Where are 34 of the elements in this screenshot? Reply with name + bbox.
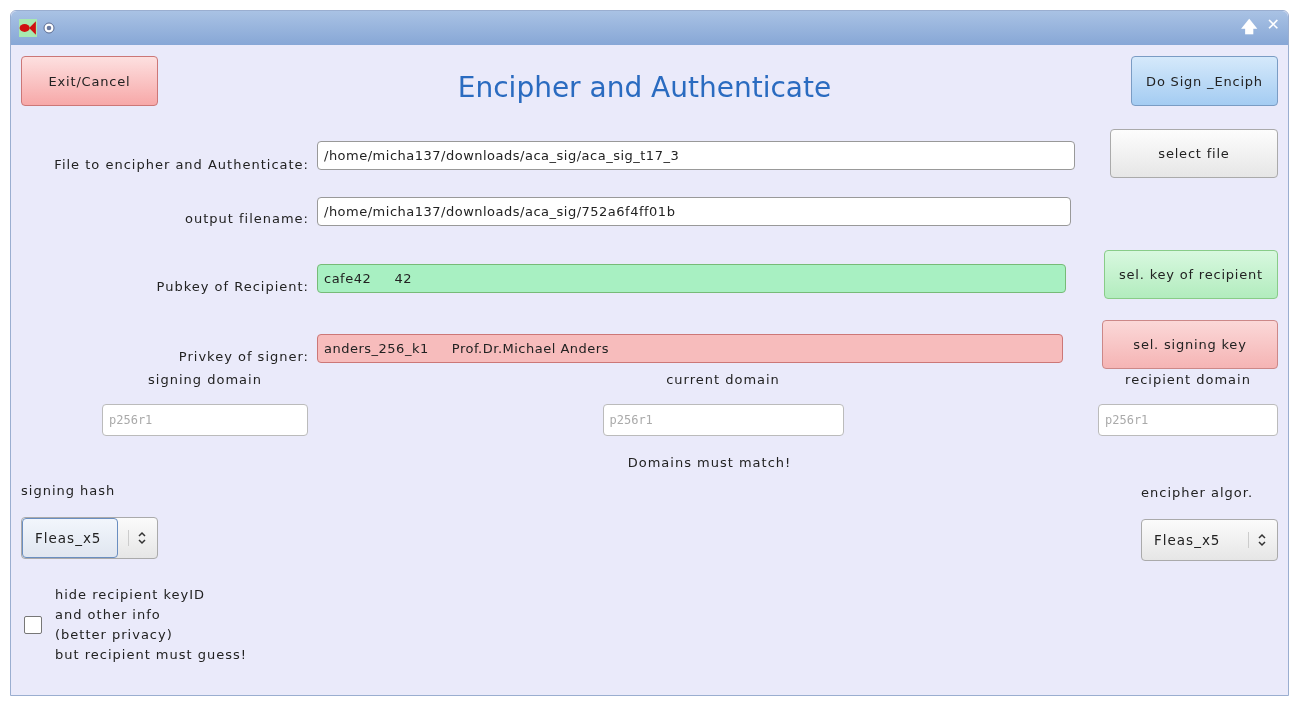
button[interactable]: sel. signing key bbox=[1102, 319, 1278, 369]
domain-label: recipient domain bbox=[1125, 372, 1251, 387]
dialog-title: Encipher and Authenticate bbox=[456, 70, 833, 104]
text-field[interactable]: cafe42 42 bbox=[317, 263, 1066, 293]
domain-field[interactable]: p256r1 bbox=[102, 404, 308, 436]
select-label: encipher algor. bbox=[1141, 485, 1255, 500]
circle-icon[interactable] bbox=[43, 22, 55, 34]
app-icon bbox=[19, 19, 37, 37]
domain-field[interactable]: p256r1 bbox=[1098, 404, 1278, 436]
select-label: signing hash bbox=[21, 483, 117, 498]
checkbox-label: but recipient must guess! bbox=[55, 646, 248, 664]
field-label: File to encipher and Authenticate: bbox=[53, 155, 310, 172]
checkbox[interactable] bbox=[24, 616, 42, 634]
field-label: output filename: bbox=[183, 209, 310, 226]
button[interactable]: Exit/Cancel bbox=[21, 56, 158, 106]
text-field[interactable]: anders_256_k1 Prof.Dr.Michael Anders bbox=[317, 333, 1063, 363]
up-down-icon bbox=[1248, 532, 1267, 548]
checkbox-label: (better privacy) bbox=[55, 626, 173, 644]
domain-field[interactable]: p256r1 bbox=[602, 404, 844, 436]
warning-text: Domains must match! bbox=[627, 455, 792, 470]
button[interactable]: sel. key of recipient bbox=[1104, 249, 1278, 299]
up-down-icon bbox=[128, 530, 147, 546]
field-label: Privkey of signer: bbox=[177, 347, 310, 364]
text-field[interactable]: /home/micha137/downloads/aca_sig/752a6f4ff01b bbox=[317, 196, 1071, 226]
domain-label: current domain bbox=[666, 372, 780, 387]
checkbox-label: and other info bbox=[55, 606, 161, 624]
domain-label: signing domain bbox=[148, 372, 262, 387]
text-field[interactable]: /home/micha137/downloads/aca_sig/aca_sig_t17_3 bbox=[317, 141, 1075, 170]
button[interactable]: Do Sign _Enciph bbox=[1131, 56, 1278, 106]
dropdown[interactable]: Fleas_x5 bbox=[1141, 519, 1278, 561]
dropdown[interactable]: Fleas_x5 bbox=[21, 517, 158, 559]
button[interactable]: select file bbox=[1110, 128, 1278, 178]
field-label: Pubkey of Recipient: bbox=[155, 277, 310, 294]
checkbox-label: hide recipient keyID bbox=[55, 586, 205, 604]
